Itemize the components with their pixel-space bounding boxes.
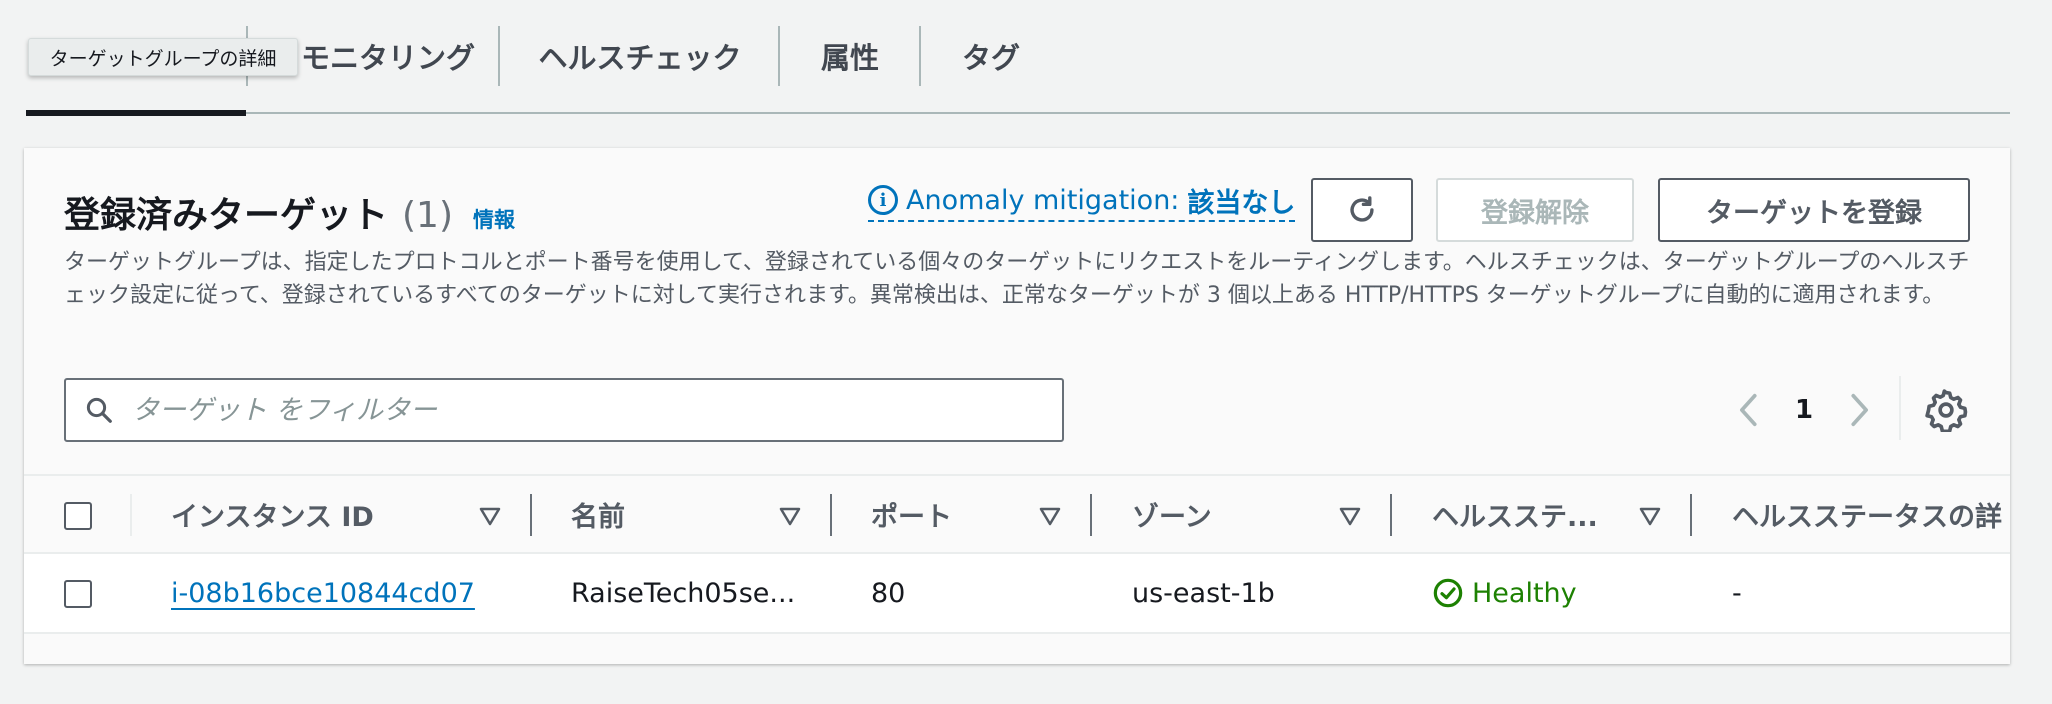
anomaly-mitigation-link[interactable]: i Anomaly mitigation: 該当なし [868,182,1296,222]
column-header-zone[interactable]: ゾーン [1132,476,1212,552]
tab-details-tooltip: ターゲットグループの詳細 [28,38,298,76]
refresh-button[interactable] [1311,178,1413,242]
column-header-health-status-details[interactable]: ヘルスステータスの詳 [1732,476,2002,552]
info-icon: i [868,185,898,215]
panel-title: 登録済みターゲット [64,195,389,236]
column-divider [1690,494,1692,536]
search-icon [86,397,112,423]
health-status-cell: Healthy [1432,554,1577,632]
table-header: インスタンス ID 名前 ポート ゾーン ヘルスステ... ヘルスステータスの詳 [24,474,2010,554]
anomaly-mitigation-value: 該当なし [1187,187,1296,219]
select-all-checkbox[interactable] [64,502,92,530]
sort-icon[interactable] [1338,504,1362,528]
column-divider [830,494,832,536]
column-header-name[interactable]: 名前 [571,476,625,552]
sort-icon[interactable] [1038,504,1062,528]
health-status-label: Healthy [1472,577,1577,609]
next-page-icon[interactable] [1844,390,1874,430]
deregister-button[interactable]: 登録解除 [1436,178,1634,242]
check-circle-icon [1433,578,1463,608]
column-divider [1390,494,1392,536]
health-status: Healthy [1432,577,1577,609]
pagination: 1 [1734,388,1874,432]
column-divider [130,494,132,536]
instance-id-cell: i-08b16bce10844cd07 [171,554,475,632]
instance-id-link[interactable]: i-08b16bce10844cd07 [171,578,475,609]
name-cell: RaiseTech05se... [571,577,796,609]
column-header-instance-id[interactable]: インスタンス ID [171,476,374,552]
tab-tags[interactable]: タグ [921,0,1061,112]
panel-description: ターゲットグループは、指定したプロトコルとポート番号を使用して、登録されている個… [64,250,1970,308]
gear-icon[interactable] [1924,388,1968,432]
column-header-health-status[interactable]: ヘルスステ... [1432,476,1598,552]
column-divider [1090,494,1092,536]
anomaly-mitigation-label: Anomaly mitigation: [906,184,1180,216]
sort-icon[interactable] [1638,504,1662,528]
target-count: (1) [402,195,454,236]
info-link[interactable]: 情報 [473,204,515,234]
active-tab-indicator [26,110,246,116]
sort-icon[interactable] [778,504,802,528]
sort-icon[interactable] [478,504,502,528]
target-filter-input[interactable] [132,394,1012,426]
zone-cell: us-east-1b [1132,577,1275,609]
current-page[interactable]: 1 [1764,395,1844,425]
tab-health-check-label: ヘルスチェック [538,41,742,75]
previous-page-icon[interactable] [1734,390,1764,430]
health-detail-cell: - [1732,577,1742,609]
tab-bar: モニタリング ヘルスチェック 属性 タグ [26,0,2010,116]
target-filter-field[interactable] [64,378,1064,442]
registered-targets-panel: 登録済みターゲット (1) 情報 i Anomaly mitigation: 該… [24,148,2010,664]
panel-header: 登録済みターゲット (1) 情報 [64,186,515,238]
refresh-icon [1350,196,1374,222]
tab-health-check[interactable]: ヘルスチェック [500,0,780,112]
row-checkbox[interactable] [64,580,92,608]
column-divider [530,494,532,536]
column-header-port[interactable]: ポート [871,476,952,552]
register-targets-button[interactable]: ターゲットを登録 [1658,178,1970,242]
table-row: i-08b16bce10844cd07 RaiseTech05se... 80 … [24,554,2010,634]
tab-tags-label: タグ [961,41,1020,75]
tab-attributes-label: 属性 [820,41,879,75]
pagination-divider [1899,376,1901,440]
port-cell: 80 [871,577,906,609]
tab-monitoring-label: モニタリング [300,41,475,75]
tab-attributes[interactable]: 属性 [780,0,920,112]
